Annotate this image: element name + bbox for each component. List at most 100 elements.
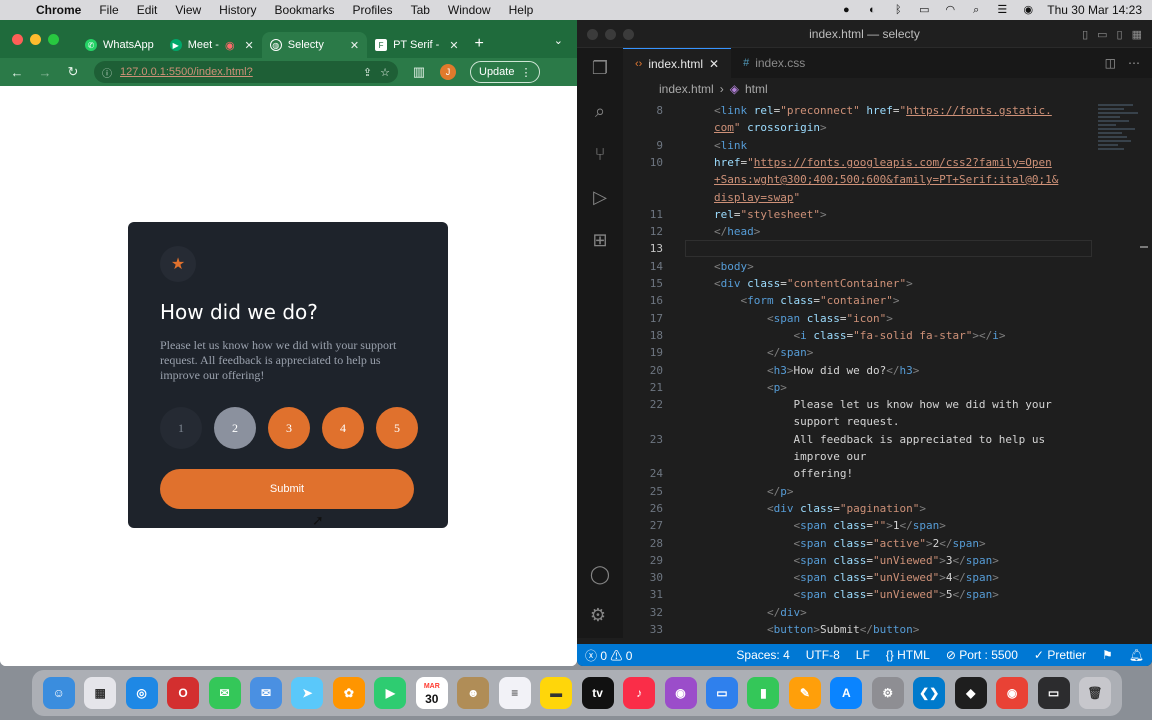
editor-tab-index-html[interactable]: ‹› index.html ✕ <box>623 48 732 78</box>
toggle-sidebar-icon[interactable]: ▯ <box>1082 28 1088 41</box>
update-button[interactable]: Update ⋮ <box>470 61 541 83</box>
settings-icon[interactable]: ⚙ <box>871 677 904 709</box>
code-line[interactable]: 14 <body> <box>623 258 1152 275</box>
code-line[interactable]: 32 </div> <box>623 604 1152 621</box>
maps-icon[interactable]: ➤ <box>291 677 324 709</box>
code-line[interactable]: 8 <link rel="preconnect" href="https://fo… <box>623 102 1152 119</box>
minimap[interactable] <box>1098 104 1142 184</box>
rating-option-1[interactable]: 1 <box>160 407 202 449</box>
safari-icon[interactable]: ◎ <box>125 677 158 709</box>
code-line[interactable]: 15 <div class="contentContainer"> <box>623 275 1152 292</box>
battery-icon[interactable]: ▭ <box>917 4 931 16</box>
finder-icon[interactable]: ☺ <box>42 677 75 709</box>
accounts-icon[interactable]: ◯ <box>590 564 610 585</box>
sidebar-icon[interactable]: ▥ <box>412 64 426 80</box>
appstore-icon[interactable]: A <box>830 677 863 709</box>
address-bar[interactable]: ⓘ 127.0.0.1:5500/index.html? ⇪ ☆ <box>94 61 398 83</box>
rating-option-2[interactable]: 2 <box>214 407 256 449</box>
menu-profiles[interactable]: Profiles <box>353 3 393 17</box>
code-line[interactable]: 31 <span class="unViewed">5</span> <box>623 586 1152 603</box>
trash-icon[interactable]: 🗑 <box>1079 677 1112 709</box>
zoom-window-button[interactable] <box>48 33 59 45</box>
keynote-icon[interactable]: ▭ <box>705 677 738 709</box>
menu-tab[interactable]: Tab <box>411 3 430 17</box>
site-info-icon[interactable]: ⓘ <box>102 65 112 80</box>
menu-edit[interactable]: Edit <box>137 3 158 17</box>
close-icon[interactable]: ✕ <box>709 57 719 71</box>
code-line[interactable]: 30 <span class="unViewed">4</span> <box>623 569 1152 586</box>
prettier-status[interactable]: ✓ Prettier <box>1034 648 1086 662</box>
code-line[interactable]: support request. <box>623 413 1152 430</box>
chrome-icon[interactable]: ◉ <box>996 677 1029 709</box>
back-icon[interactable]: ← <box>10 65 24 80</box>
code-editor[interactable]: 8 <link rel="preconnect" href="https://fo… <box>623 102 1152 642</box>
share-icon[interactable]: ⇪ <box>363 66 372 79</box>
code-line[interactable]: display=swap" <box>623 189 1152 206</box>
close-window-button[interactable] <box>587 29 598 40</box>
toggle-secondary-sidebar-icon[interactable]: ▯ <box>1117 28 1123 41</box>
code-line[interactable]: 20 <h3>How did we do?</h3> <box>623 362 1152 379</box>
music-icon[interactable]: ♪ <box>623 677 656 709</box>
code-line[interactable]: 22 Please let us know how we did with yo… <box>623 396 1152 413</box>
code-line[interactable]: 12 </head> <box>623 223 1152 240</box>
code-line[interactable]: 25 </p> <box>623 483 1152 500</box>
photos-icon[interactable]: ✿ <box>332 677 365 709</box>
tab-meet[interactable]: ▶ Meet - ◉ ✕ <box>162 32 262 58</box>
code-line[interactable]: improve our <box>623 448 1152 465</box>
breadcrumb-element[interactable]: html <box>745 82 768 96</box>
menu-app-name[interactable]: Chrome <box>36 3 81 17</box>
code-line[interactable]: 21 <p> <box>623 379 1152 396</box>
minimize-window-button[interactable] <box>30 33 41 45</box>
code-line[interactable]: 28 <span class="active">2</span> <box>623 535 1152 552</box>
scrollbar[interactable] <box>1140 246 1148 248</box>
window-switcher-icon[interactable]: ▭ <box>1037 677 1070 709</box>
reminders-icon[interactable]: ≡ <box>498 677 531 709</box>
numbers-icon[interactable]: ▮ <box>747 677 780 709</box>
tab-selecty[interactable]: ◍ Selecty ✕ <box>261 32 368 58</box>
tab-whatsapp[interactable]: ✆ WhatsApp <box>77 32 162 58</box>
forward-icon[interactable]: → <box>38 65 52 80</box>
menu-window[interactable]: Window <box>448 3 491 17</box>
more-actions-icon[interactable]: ⋯ <box>1128 56 1140 70</box>
code-line[interactable]: +Sans:wght@300;400;500;600&family=PT+Ser… <box>623 171 1152 188</box>
breadcrumb-file[interactable]: index.html <box>659 82 714 96</box>
split-editor-icon[interactable]: ◫ <box>1105 56 1116 70</box>
new-tab-icon[interactable]: + <box>475 35 484 53</box>
zoom-window-button[interactable] <box>623 29 634 40</box>
code-line[interactable]: 9 <link <box>623 137 1152 154</box>
apple-icon[interactable] <box>10 2 24 18</box>
run-debug-icon[interactable]: ▷ <box>593 187 607 208</box>
notifications-bell-icon[interactable]: 🔔︎ <box>1129 648 1144 662</box>
rating-option-3[interactable]: 3 <box>268 407 310 449</box>
rating-option-5[interactable]: 5 <box>376 407 418 449</box>
code-line[interactable]: 11 rel="stylesheet"> <box>623 206 1152 223</box>
code-line[interactable]: 19 </span> <box>623 344 1152 361</box>
customize-layout-icon[interactable]: ▦ <box>1132 28 1142 41</box>
code-line[interactable]: 18 <i class="fa-solid fa-star"></i> <box>623 327 1152 344</box>
code-line[interactable]: 17 <span class="icon"> <box>623 310 1152 327</box>
notes-icon[interactable]: ▬ <box>540 677 573 709</box>
explorer-icon[interactable]: ❐ <box>592 58 608 79</box>
wifi-icon[interactable]: ◠ <box>943 4 957 16</box>
code-line[interactable]: 33 <button>Submit</button> <box>623 621 1152 638</box>
code-line[interactable]: com" crossorigin> <box>623 119 1152 136</box>
code-line[interactable]: 16 <form class="container"> <box>623 292 1152 309</box>
minimize-window-button[interactable] <box>605 29 616 40</box>
launchpad-icon[interactable]: ▦ <box>84 677 117 709</box>
contacts-icon[interactable]: ☻ <box>457 677 490 709</box>
code-line[interactable]: 24 offering! <box>623 465 1152 482</box>
facetime-icon[interactable]: ▶ <box>374 677 407 709</box>
bluetooth-icon[interactable]: ᛒ <box>891 4 905 16</box>
figma-icon[interactable]: ◆ <box>954 677 987 709</box>
menu-file[interactable]: File <box>99 3 118 17</box>
code-line[interactable]: 10 href="https://fonts.googleapis.com/css… <box>623 154 1152 171</box>
vscode-icon[interactable]: ❮❯ <box>913 677 946 709</box>
calendar-icon[interactable]: MAR 30 <box>415 677 448 709</box>
close-window-button[interactable] <box>12 33 23 45</box>
indentation-status[interactable]: Spaces: 4 <box>736 648 789 662</box>
opera-icon[interactable]: O <box>167 677 200 709</box>
search-icon[interactable]: ⌕ <box>969 4 983 16</box>
eol-status[interactable]: LF <box>856 648 870 662</box>
search-icon[interactable]: ⌕ <box>595 101 605 122</box>
mail-icon[interactable]: ✉ <box>249 677 282 709</box>
